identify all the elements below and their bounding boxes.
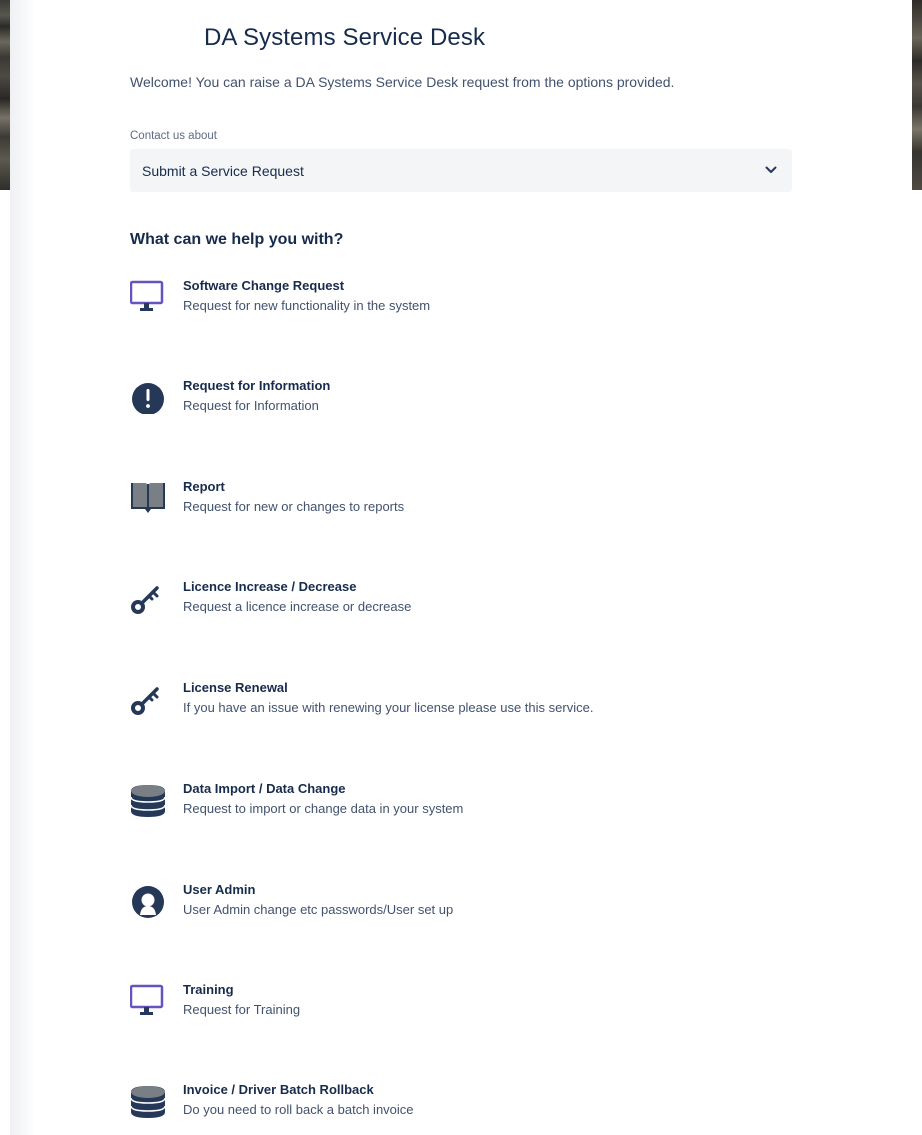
- book-icon: [131, 483, 165, 513]
- database-icon: [130, 1086, 166, 1118]
- key-icon: [131, 687, 159, 715]
- request-type-name: User Admin: [183, 882, 256, 897]
- welcome-message: Welcome! You can raise a DA Systems Serv…: [130, 74, 675, 90]
- request-type-description: Request for new or changes to reports: [183, 499, 405, 514]
- request-type-name: Data Import / Data Change: [183, 781, 346, 796]
- request-type-description: Request for Information: [183, 398, 319, 413]
- request-type-user-admin[interactable]: User Admin User Admin change etc passwor…: [130, 882, 770, 926]
- background-photo-left: [0, 0, 10, 190]
- request-type-name: Training: [183, 982, 234, 997]
- help-heading: What can we help you with?: [130, 231, 344, 248]
- request-type-license-renewal[interactable]: License Renewal If you have an issue wit…: [130, 680, 770, 724]
- page-title: DA Systems Service Desk: [204, 24, 486, 51]
- request-type-description: Request to import or change data in your…: [183, 801, 464, 816]
- request-type-information[interactable]: Request for Information Request for Info…: [130, 378, 770, 422]
- monitor-icon: [130, 280, 164, 311]
- request-type-description: Request a licence increase or decrease: [183, 599, 412, 614]
- request-type-name: Software Change Request: [183, 278, 345, 293]
- contact-select[interactable]: Submit a Service Request: [130, 149, 792, 192]
- request-type-data-import[interactable]: Data Import / Data Change Request to imp…: [130, 781, 770, 825]
- request-type-description: Do you need to roll back a batch invoice: [183, 1102, 414, 1117]
- request-type-name: Licence Increase / Decrease: [183, 579, 357, 594]
- request-type-licence-change[interactable]: Licence Increase / Decrease Request a li…: [130, 579, 770, 623]
- request-type-description: Request for Training: [183, 1002, 301, 1017]
- request-type-software-change[interactable]: Software Change Request Request for new …: [130, 278, 770, 322]
- chevron-down-icon: [765, 166, 777, 173]
- request-type-name: Report: [183, 479, 225, 494]
- request-type-training[interactable]: Training Request for Training: [130, 982, 770, 1026]
- user-icon: [132, 886, 164, 918]
- request-type-description: Request for new functionality in the sys…: [183, 298, 431, 313]
- contact-select-value: Submit a Service Request: [142, 162, 304, 179]
- contact-label: Contact us about: [130, 130, 217, 142]
- request-type-name: License Renewal: [183, 680, 288, 695]
- request-type-name: Request for Information: [183, 378, 331, 393]
- database-icon: [130, 785, 166, 817]
- request-type-name: Invoice / Driver Batch Rollback: [183, 1082, 374, 1097]
- monitor-icon: [130, 984, 164, 1015]
- key-icon: [131, 586, 159, 614]
- background-photo-right: [912, 0, 922, 190]
- request-type-description: If you have an issue with renewing your …: [183, 700, 594, 715]
- request-type-batch-rollback[interactable]: Invoice / Driver Batch Rollback Do you n…: [130, 1082, 770, 1126]
- request-type-report[interactable]: Report Request for new or changes to rep…: [130, 479, 770, 523]
- panel-shadow-left: [10, 0, 36, 1135]
- exclamation-icon: [132, 383, 164, 414]
- request-type-description: User Admin change etc passwords/User set…: [183, 902, 454, 917]
